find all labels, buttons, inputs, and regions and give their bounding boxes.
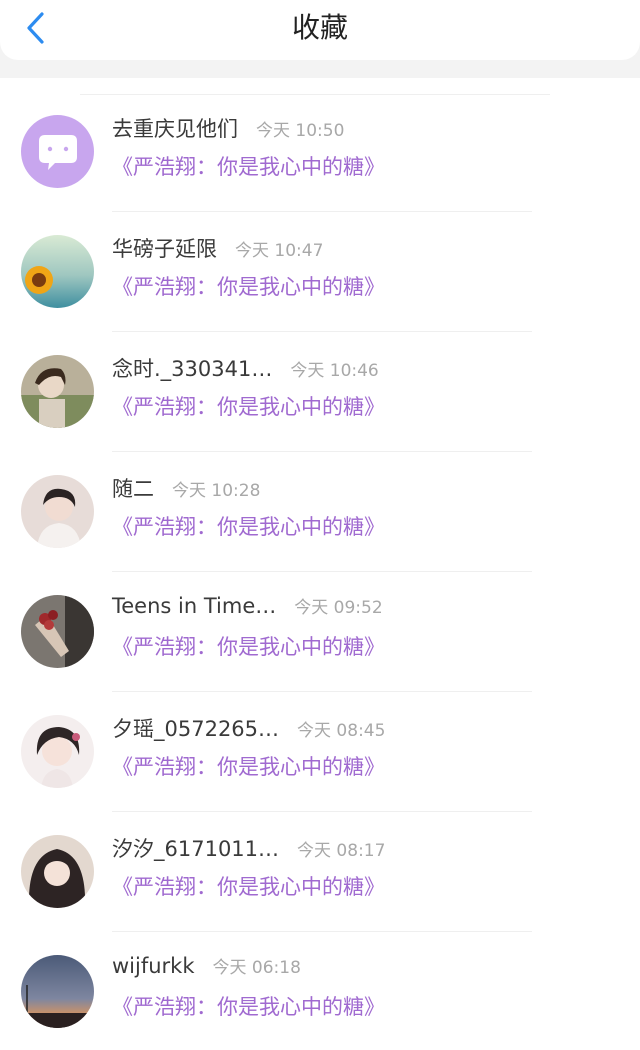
avatar[interactable] [21, 715, 94, 788]
divider [112, 931, 532, 932]
sender-name: 华磅子延限 [112, 237, 217, 261]
person-photo-icon [21, 835, 94, 908]
message-preview: 《严浩翔：你是我心中的糖》 [112, 395, 385, 419]
message-preview: 《严浩翔：你是我心中的糖》 [112, 755, 385, 779]
timestamp: 今天 10:28 [172, 481, 261, 501]
timestamp: 今天 10:47 [235, 241, 324, 261]
avatar[interactable] [21, 475, 94, 548]
avatar[interactable] [21, 835, 94, 908]
message-preview: 《严浩翔：你是我心中的糖》 [112, 515, 385, 539]
chat-bubble-icon [21, 115, 94, 188]
sunset-photo-icon [21, 955, 94, 1028]
timestamp: 今天 10:50 [256, 121, 345, 141]
list-item[interactable]: 华磅子延限 今天 10:47 《严浩翔：你是我心中的糖》 [0, 213, 640, 332]
avatar[interactable] [21, 955, 94, 1028]
timestamp: 今天 08:17 [297, 841, 386, 861]
divider [112, 211, 532, 212]
message-preview: 《严浩翔：你是我心中的糖》 [112, 875, 385, 899]
timestamp: 今天 06:18 [212, 958, 301, 978]
divider [112, 811, 532, 812]
sender-name: wijfurkk [112, 954, 195, 978]
sender-name: 念时._330341… [112, 357, 273, 381]
divider [112, 451, 532, 452]
person-photo-icon [21, 355, 94, 428]
timestamp: 今天 10:46 [290, 361, 379, 381]
top-bar: 收藏 [0, 0, 640, 60]
person-photo-icon [21, 715, 94, 788]
message-preview: 《严浩翔：你是我心中的糖》 [112, 275, 385, 299]
avatar[interactable] [21, 115, 94, 188]
sender-name: 夕瑶_0572265… [112, 717, 280, 741]
favorites-list[interactable]: 去重庆见他们 今天 10:50 《严浩翔：你是我心中的糖》 华磅子延限 今天 1… [0, 78, 640, 1050]
avatar[interactable] [21, 355, 94, 428]
sender-name: 汐汐_6171011… [112, 837, 280, 861]
list-item[interactable]: wijfurkk 今天 06:18 《严浩翔：你是我心中的糖》 [0, 933, 640, 1050]
message-preview: 《严浩翔：你是我心中的糖》 [112, 995, 385, 1019]
avatar[interactable] [21, 595, 94, 668]
list-item[interactable]: 念时._330341… 今天 10:46 《严浩翔：你是我心中的糖》 [0, 333, 640, 452]
bouquet-photo-icon [21, 595, 94, 668]
sender-name: 去重庆见他们 [112, 117, 238, 141]
divider [112, 691, 532, 692]
message-preview: 《严浩翔：你是我心中的糖》 [112, 635, 385, 659]
divider [112, 331, 532, 332]
list-item[interactable]: 汐汐_6171011… 今天 08:17 《严浩翔：你是我心中的糖》 [0, 813, 640, 932]
message-preview: 《严浩翔：你是我心中的糖》 [112, 155, 385, 179]
sender-name: Teens in Time… [112, 594, 277, 618]
avatar[interactable] [21, 235, 94, 308]
page-title: 收藏 [291, 11, 348, 44]
divider [112, 571, 532, 572]
timestamp: 今天 08:45 [297, 721, 386, 741]
list-item[interactable]: 随二 今天 10:28 《严浩翔：你是我心中的糖》 [0, 453, 640, 572]
timestamp: 今天 09:52 [294, 598, 383, 618]
person-photo-icon [21, 475, 94, 548]
list-item[interactable]: Teens in Time… 今天 09:52 《严浩翔：你是我心中的糖》 [0, 573, 640, 692]
list-item[interactable]: 夕瑶_0572265… 今天 08:45 《严浩翔：你是我心中的糖》 [0, 693, 640, 812]
list-item[interactable]: 去重庆见他们 今天 10:50 《严浩翔：你是我心中的糖》 [0, 93, 640, 212]
sender-name: 随二 [112, 477, 154, 501]
sunflower-photo-icon [21, 235, 94, 308]
